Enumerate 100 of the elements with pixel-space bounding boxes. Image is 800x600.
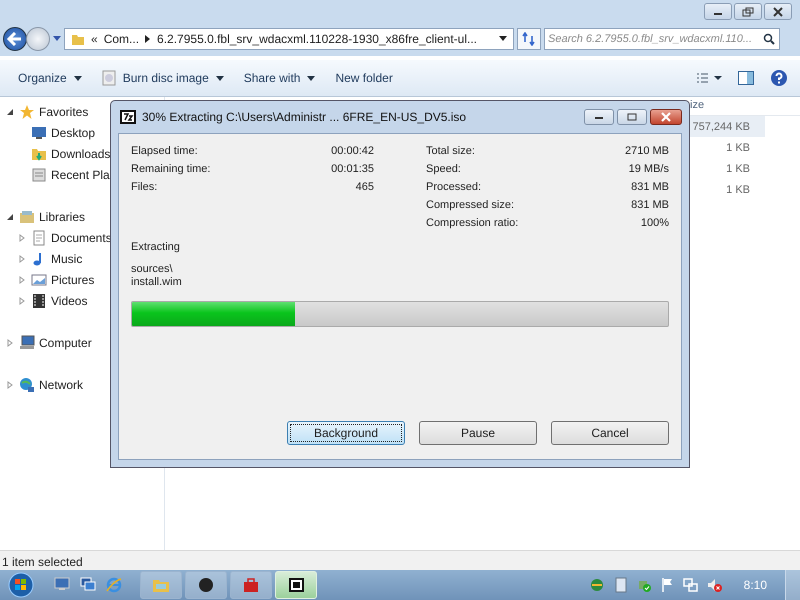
nav-item[interactable]: Libraries: [39, 210, 86, 224]
document-tray-icon[interactable]: [614, 577, 628, 593]
refresh-button[interactable]: [517, 28, 541, 50]
nav-item[interactable]: Videos: [51, 294, 88, 308]
start-orb-icon: [8, 572, 34, 598]
size-cell: 757,244 KB: [692, 120, 750, 132]
dialog-button[interactable]: Cancel: [551, 421, 669, 445]
breadcrumb[interactable]: Com...: [104, 32, 140, 46]
list-view-icon: [696, 72, 722, 84]
stat-value: 831 MB: [631, 198, 669, 213]
nav-item[interactable]: Downloads: [51, 146, 110, 160]
column-header[interactable]: ize: [690, 97, 704, 115]
status-text: 1 item selected: [2, 555, 83, 569]
maximize-icon: [627, 113, 637, 121]
monitor-icon: [31, 124, 47, 140]
star-icon: [19, 104, 35, 120]
minimize-icon: [594, 114, 604, 120]
stat-value: 100%: [640, 216, 669, 231]
stat-label: Remaining time:: [131, 162, 210, 177]
disc-image-icon: [102, 70, 116, 86]
stat-label: Compressed size:: [426, 198, 514, 213]
pane-icon: [738, 71, 754, 85]
stat-value: 00:00:42: [331, 144, 374, 159]
stat-value: 465: [356, 180, 374, 195]
start-button[interactable]: [8, 572, 34, 598]
dialog-button[interactable]: Background: [287, 421, 405, 445]
overflow-chevron[interactable]: «: [91, 32, 98, 46]
nav-item[interactable]: Documents: [51, 230, 112, 244]
library-icon: [19, 208, 35, 224]
refresh-icon: [522, 32, 536, 46]
restore-button[interactable]: [734, 3, 762, 20]
toolbar-button[interactable]: New folder: [325, 67, 403, 89]
stat-value: 2710 MB: [624, 144, 669, 159]
toolbox-icon: [241, 576, 261, 594]
toolbar-button[interactable]: Organize: [8, 67, 92, 89]
window-switch-icon[interactable]: [80, 577, 96, 591]
stat-label: Compression ratio:: [426, 216, 518, 231]
back-arrow-icon: [7, 32, 23, 46]
expander-icon[interactable]: [6, 108, 14, 116]
nav-item[interactable]: Pictures: [51, 272, 94, 286]
close-icon: [660, 112, 672, 122]
nav-item[interactable]: Desktop: [51, 126, 96, 140]
desktop-icon[interactable]: [54, 577, 70, 591]
minimize-button[interactable]: [704, 3, 732, 20]
toolbar-button[interactable]: Share with: [234, 67, 326, 89]
size-cell: 1 KB: [726, 142, 750, 154]
minimize-button[interactable]: [584, 109, 614, 125]
nav-item[interactable]: Computer: [39, 336, 92, 350]
close-icon: [772, 6, 784, 16]
caret-icon: [74, 76, 82, 80]
stat-value: 19 MB/s: [628, 162, 669, 177]
size-cell: 1 KB: [726, 162, 750, 174]
history-caret-icon[interactable]: [53, 36, 61, 42]
file-path: sources\: [131, 263, 174, 276]
video-icon: [31, 292, 47, 308]
file-path: install.wim: [131, 276, 183, 289]
flag-icon[interactable]: [660, 577, 674, 593]
help-icon: [770, 69, 788, 87]
folder-icon: [71, 32, 85, 46]
size-cell: 1 KB: [726, 184, 750, 196]
nav-item[interactable]: Music: [51, 252, 82, 266]
muted-speaker-icon[interactable]: [706, 577, 722, 593]
pic-icon: [31, 272, 47, 288]
expander-icon[interactable]: [6, 212, 14, 220]
address-bar[interactable]: « Com... 6.2.7955.0.fbl_srv_wdacxml.110228-1930_x86fre_client-ul...: [64, 28, 514, 50]
stat-label: Files:: [131, 180, 158, 195]
ball-icon: [196, 576, 216, 594]
app-icon: [120, 110, 136, 124]
stat-label: Speed:: [426, 162, 461, 177]
operation-label: Extracting: [131, 241, 181, 253]
breadcrumb-arrow-icon: [145, 35, 152, 43]
caret-icon: [216, 76, 224, 80]
stat-value: 831 MB: [631, 180, 669, 195]
breadcrumb[interactable]: 6.2.7955.0.fbl_srv_wdacxml.110228-1930_x86fre_client-ul...: [157, 32, 478, 46]
network-icon[interactable]: [682, 577, 698, 593]
view-options-button[interactable]: [696, 72, 722, 84]
nav-item[interactable]: Recent Pla: [51, 168, 110, 182]
network-icon: [19, 376, 35, 392]
nav-item[interactable]: Network: [39, 378, 84, 392]
back-button[interactable]: [3, 27, 27, 51]
toolbar-button[interactable]: Burn disc image: [92, 66, 234, 90]
dialog-title: 30% Extracting C:\Users\Administr ... 6FRE_EN-US_DV5.iso: [142, 110, 466, 124]
search-field[interactable]: Search 6.2.7955.0.fbl_srv_wdacxml.110...: [544, 28, 780, 50]
recent-icon: [31, 166, 47, 182]
taskbar-button[interactable]: [185, 571, 227, 599]
stat-value: 00:01:35: [331, 162, 374, 177]
dropdown-caret-icon[interactable]: [499, 36, 507, 42]
stat-label: Total size:: [426, 144, 475, 159]
maximize-button[interactable]: [617, 109, 647, 125]
close-button[interactable]: [650, 109, 682, 125]
dialog-button[interactable]: Pause: [419, 421, 537, 445]
close-button[interactable]: [764, 3, 792, 20]
help-button[interactable]: [770, 69, 788, 87]
nav-item[interactable]: Favorites: [39, 104, 88, 118]
stat-label: Processed:: [426, 180, 482, 195]
preview-pane-button[interactable]: [738, 71, 754, 85]
stat-label: Elapsed time:: [131, 144, 198, 159]
doc-icon: [31, 230, 47, 246]
caret-icon: [307, 76, 316, 80]
search-icon: [763, 33, 775, 45]
